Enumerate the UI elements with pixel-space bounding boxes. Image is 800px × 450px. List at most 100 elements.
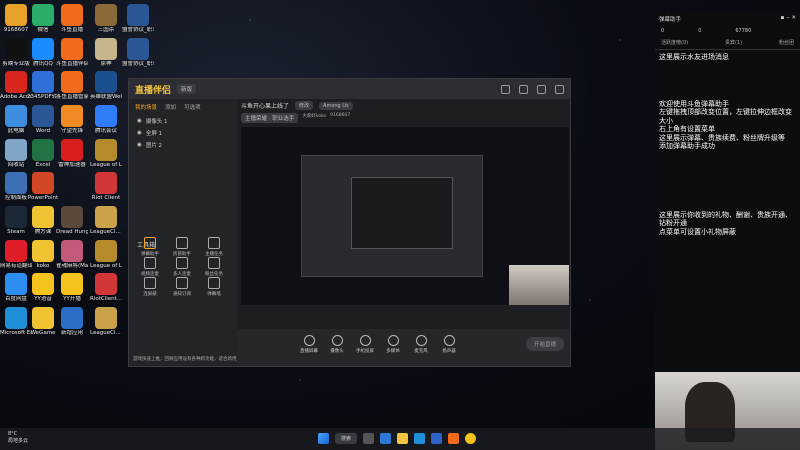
game-category[interactable]: Among Us xyxy=(319,101,353,110)
toolbox-item[interactable]: 弹幕墙 xyxy=(199,277,229,297)
tab-options[interactable]: 可选项 xyxy=(184,103,201,111)
settings-icon[interactable] xyxy=(501,84,510,94)
desktop-icon[interactable]: 盟誓协议_职业_2L2022... xyxy=(122,37,154,67)
douyu-taskbar-icon[interactable] xyxy=(448,433,460,444)
desktop-icon[interactable]: League of Legends xyxy=(90,239,122,269)
maximize-icon[interactable] xyxy=(537,84,546,94)
desktop-icon[interactable]: YY开播 xyxy=(56,273,88,302)
desktop-icon[interactable]: YY语音 xyxy=(27,273,59,302)
tab-add[interactable]: 添加 xyxy=(165,103,176,111)
desktop-icon[interactable]: 三国杀 xyxy=(90,4,122,33)
desktop-icon[interactable]: koko xyxy=(27,239,59,269)
toolbox-item[interactable]: 通知订阅 xyxy=(167,277,197,297)
desktop-icon[interactable]: 盟誓协议_职业_2L2022... xyxy=(122,4,154,33)
app-icon xyxy=(95,71,117,94)
desktop-icon[interactable]: Word xyxy=(27,105,59,134)
desktop-icon[interactable]: 腾方课 xyxy=(27,206,59,235)
desktop-icon[interactable]: 腾讯QQ xyxy=(27,37,59,67)
widgets-icon[interactable] xyxy=(380,433,392,444)
desktop-icon-label: 盟誓协议_职业_2L2022... xyxy=(122,60,154,67)
store-icon[interactable] xyxy=(431,433,443,444)
speaker-button[interactable]: 扬声器 xyxy=(437,335,461,354)
toolbox-item[interactable]: 视频连麦 xyxy=(135,257,165,277)
desktop-icon[interactable]: Riot Client xyxy=(90,172,122,201)
start-icon[interactable] xyxy=(318,433,329,444)
desktop-icon[interactable]: 2345PDF转换器 xyxy=(27,71,59,100)
source-camera[interactable]: ◉ 摄像头 1 xyxy=(129,115,237,127)
toolbox-item[interactable]: 房管助手 xyxy=(167,237,197,257)
desktop-icon-label: 微信 xyxy=(37,27,49,34)
desktop-icon[interactable]: LeagueCl... - 快捷方式 xyxy=(90,307,122,336)
desktop-icon[interactable]: 新增应用 xyxy=(56,307,88,336)
stream-preview-canvas[interactable] xyxy=(241,127,569,305)
search-box[interactable]: 搜索 xyxy=(335,433,358,444)
app-icon xyxy=(5,273,27,296)
tool-icon xyxy=(208,257,220,269)
chat-message: 左键拖拽顶部改变位置，左键拉伸边框改变大小 xyxy=(659,108,792,125)
desktop-icon[interactable]: Excel xyxy=(27,138,59,168)
toolbox-item[interactable]: 多人连麦 xyxy=(167,257,197,277)
close-icon[interactable] xyxy=(555,84,564,94)
microphone-button[interactable]: 麦克风 xyxy=(409,335,433,354)
desktop-icon[interactable]: 斗鱼直播管家 xyxy=(56,71,88,100)
room-sub-info: 主播荣耀 · 职业选手 大家好koko 9168607 xyxy=(241,113,350,123)
app-icon xyxy=(32,172,54,195)
desktop-icon[interactable]: 雷神加速器 xyxy=(56,138,88,168)
tab-activity[interactable]: 活跃度榜(0) xyxy=(661,39,688,46)
desktop-icon[interactable]: 守望先锋 xyxy=(56,105,88,134)
desktop-icon[interactable]: 雀魂麻将(Mahjong... xyxy=(56,239,88,269)
desktop-icon[interactable]: LeagueCl... - 快捷方式 xyxy=(90,206,122,235)
window-controls-icon[interactable]: ▪ ‒ ✕ xyxy=(781,15,796,23)
screen-capture-button[interactable]: 直播屏幕 xyxy=(297,335,321,354)
app-icon xyxy=(61,4,83,27)
yy-taskbar-icon[interactable] xyxy=(465,433,477,444)
toolbox-item[interactable]: 连屏蔽 xyxy=(135,277,165,297)
tab-vip[interactable]: 贵宾(1) xyxy=(725,39,742,46)
edit-title-button[interactable]: 修改 xyxy=(295,101,314,110)
tool-icon xyxy=(144,257,156,269)
desktop-icon[interactable]: 英雄联盟WeGame版 xyxy=(90,71,122,100)
weather-widget[interactable]: 8°C 局地多云 xyxy=(8,431,28,445)
desktop-icon[interactable]: 斗鱼直播 xyxy=(56,4,88,33)
desktop-icon[interactable]: Dread Hunger xyxy=(56,206,88,235)
app-icon xyxy=(61,239,83,262)
chat-message: 这里展示弹幕、贵族续费、粉丝牌升级等 xyxy=(659,133,785,142)
media-button[interactable]: 多媒体 xyxy=(381,335,405,354)
room-title[interactable]: 斗鱼开心果上线了 xyxy=(241,101,289,110)
desktop-icon[interactable]: WeGame xyxy=(27,307,59,336)
desktop-icon[interactable]: League of Legends xyxy=(90,138,122,168)
desktop-icon[interactable]: 原神 xyxy=(90,37,122,67)
app-icon xyxy=(95,37,117,60)
desktop-icon-label: 2345PDF转换器 xyxy=(27,94,59,101)
room-info: 斗鱼开心果上线了 修改 Among Us xyxy=(241,101,353,110)
task-view-icon[interactable] xyxy=(363,433,375,444)
bottom-toolbar: 直播屏幕 摄像头 手机投屏 多媒体 麦克风 扬声器 开始直播 xyxy=(237,329,570,366)
app-icon xyxy=(95,239,117,262)
toolbox-item[interactable]: 粉丝任务 xyxy=(199,257,229,277)
tab-fans[interactable]: 粉丝团 xyxy=(779,39,794,46)
toolbox-item[interactable]: 主播任务 xyxy=(199,237,229,257)
edge-icon[interactable] xyxy=(414,433,426,444)
gift-message: 这里展示你收到的礼物、酬谢、贵族开通、钻粉开通 xyxy=(659,210,792,228)
camera-button[interactable]: 摄像头 xyxy=(325,335,349,354)
file-explorer-icon[interactable] xyxy=(397,433,409,444)
source-image[interactable]: ◉ 图片 2 xyxy=(129,139,237,151)
desktop-icon-label: 斗鱼直播 xyxy=(60,27,83,34)
tool-label: 连屏蔽 xyxy=(143,292,157,297)
tab-scene[interactable]: 我的场景 xyxy=(135,103,157,111)
source-fullscreen[interactable]: ◉ 全屏 1 xyxy=(129,127,237,139)
phone-cast-button[interactable]: 手机投屏 xyxy=(353,335,377,354)
app-icon xyxy=(95,172,117,195)
desktop-icon[interactable]: 斗鱼直播伴侣 xyxy=(56,37,88,67)
desktop-icon[interactable]: 微信 xyxy=(27,4,59,33)
desktop-icon-label: 原神 xyxy=(100,60,112,67)
desktop-icon[interactable]: RiotClient... - 快捷方式 xyxy=(90,273,122,302)
toolbox-item[interactable]: 弹幕助手 xyxy=(135,237,165,257)
desktop-icon-label: WeGame xyxy=(30,330,56,337)
app-icon xyxy=(32,206,54,229)
start-stream-button[interactable]: 开始直播 xyxy=(525,337,564,351)
desktop-icon[interactable]: PowerPoint xyxy=(27,172,59,201)
entry-message: 这里展示水友进场消息 xyxy=(659,53,729,61)
desktop-icon[interactable]: 腾讯会议 xyxy=(90,105,122,134)
minimize-icon[interactable] xyxy=(519,84,528,94)
